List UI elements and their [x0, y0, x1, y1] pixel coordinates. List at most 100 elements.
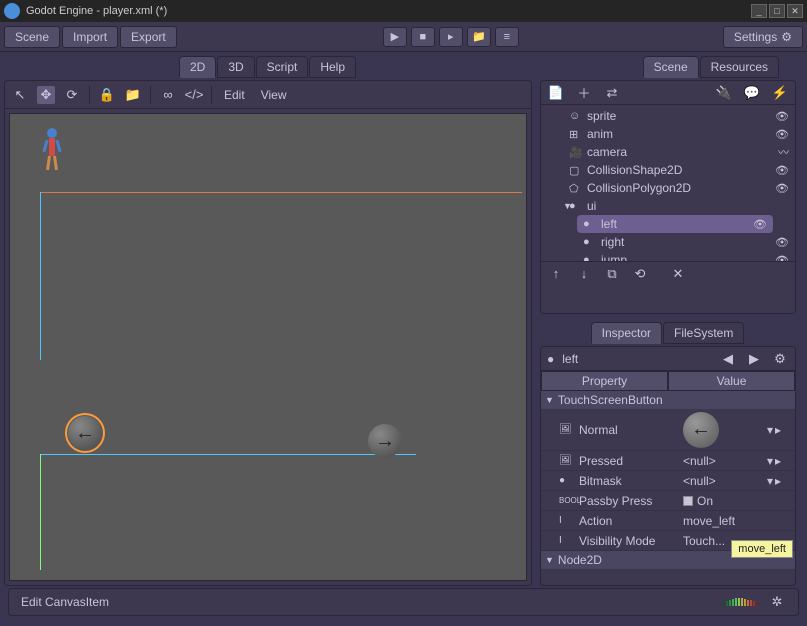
viewport-canvas[interactable]: ← → [9, 113, 527, 581]
tree-label: CollisionShape2D [587, 163, 775, 177]
maximize-button[interactable]: □ [769, 4, 785, 18]
tree-item-sprite[interactable]: ☺ sprite👁 [541, 107, 795, 125]
section-touchscreenbutton[interactable]: ▼TouchScreenButton [541, 391, 795, 409]
connect-icon[interactable]: 🔌 [715, 84, 733, 102]
import-menu[interactable]: Import [62, 26, 118, 48]
reparent-icon[interactable]: ⇄ [603, 84, 621, 102]
tree-item-right[interactable]: ● right👁 [541, 233, 795, 251]
select-tool[interactable]: ↖ [11, 86, 29, 104]
tree-item-camera[interactable]: 🎥camera〰 [541, 143, 795, 161]
chevron-right-icon[interactable]: ▸ [775, 423, 781, 437]
move-tool[interactable]: ✥ [37, 86, 55, 104]
folder-button[interactable]: 📁 [467, 27, 491, 47]
tab-inspector[interactable]: Inspector [591, 322, 662, 344]
script-icon[interactable]: ⚡ [771, 84, 789, 102]
delete-node-icon[interactable]: ✕ [669, 265, 687, 283]
tab-filesystem[interactable]: FileSystem [663, 322, 744, 344]
tab-help[interactable]: Help [309, 56, 356, 78]
settings-button[interactable]: Settings⚙ [723, 26, 803, 48]
play-button[interactable]: ▶ [383, 27, 407, 47]
rotate-tool[interactable]: ⟳ [63, 86, 81, 104]
visibility-icon[interactable]: 〰 [778, 144, 789, 160]
move-up-icon[interactable]: ↑ [547, 265, 565, 283]
tab-2d[interactable]: 2D [179, 56, 216, 78]
lock-icon[interactable]: 🔒 [98, 86, 116, 104]
move-down-icon[interactable]: ↓ [575, 265, 593, 283]
play-scene-button[interactable]: ▸ [439, 27, 463, 47]
tree-item-jump[interactable]: ●jump👁 [541, 251, 795, 261]
viewport-edit-menu[interactable]: Edit [220, 86, 249, 104]
gear-icon: ⚙ [781, 30, 792, 44]
tree-item-ui[interactable]: ▼●ui [541, 197, 795, 215]
axis-vertical-green [40, 454, 41, 570]
prop-bitmask-value[interactable]: <null> [683, 474, 767, 488]
guide-vertical-blue [40, 192, 41, 360]
minimize-button[interactable]: _ [751, 4, 767, 18]
new-node-icon[interactable]: 📄 [547, 84, 565, 102]
tab-3d[interactable]: 3D [217, 56, 254, 78]
add-node-icon[interactable]: ＋ [575, 84, 593, 102]
inspector-settings-icon[interactable]: ⚙ [771, 350, 789, 368]
visibility-icon[interactable]: 👁 [775, 182, 789, 195]
normal-texture-thumb[interactable]: ← [683, 412, 719, 448]
passby-checkbox[interactable] [683, 496, 693, 506]
prop-action-label: Action [579, 514, 683, 528]
col-value: Value [668, 371, 795, 391]
chevron-down-icon[interactable]: ▾ [767, 454, 773, 468]
code-icon[interactable]: </> [185, 86, 203, 104]
player-sprite[interactable] [38, 128, 66, 176]
tree-label: jump [601, 253, 775, 261]
link-icon[interactable]: ∞ [159, 86, 177, 104]
list-button[interactable]: ≡ [495, 27, 519, 47]
close-button[interactable]: ✕ [787, 4, 803, 18]
visibility-icon[interactable]: 👁 [775, 128, 789, 141]
vram-meter [723, 598, 758, 606]
chevron-right-icon[interactable]: ▸ [775, 474, 781, 488]
tree-label: right [601, 235, 775, 249]
scene-tree[interactable]: ☺sprite👁⊞anim👁🎥camera〰▢CollisionShape2D👁… [541, 105, 795, 261]
touch-button-right[interactable]: → [368, 424, 402, 458]
tree-label: sprite [587, 109, 775, 123]
stop-button[interactable]: ■ [411, 27, 435, 47]
scene-menu[interactable]: Scene [4, 26, 60, 48]
viewport-view-menu[interactable]: View [257, 86, 291, 104]
tree-item-CollisionShape2D[interactable]: ▢CollisionShape2D👁 [541, 161, 795, 179]
prop-normal-label: Normal [579, 423, 683, 437]
tab-script[interactable]: Script [256, 56, 309, 78]
image-icon: 🖼 [559, 424, 575, 435]
poly-icon: ⬠ [569, 182, 583, 195]
prop-pressed-value[interactable]: <null> [683, 454, 767, 468]
tree-label: anim [587, 127, 775, 141]
reimport-icon[interactable]: ⟲ [631, 265, 649, 283]
text-icon: I [559, 515, 575, 526]
history-fwd-icon[interactable]: ▶ [745, 350, 763, 368]
chevron-down-icon[interactable]: ▾ [767, 474, 773, 488]
visibility-icon[interactable]: 👁 [753, 218, 767, 231]
visibility-icon[interactable]: 👁 [775, 110, 789, 123]
duplicate-icon[interactable]: ⧉ [603, 265, 621, 283]
tree-item-anim[interactable]: ⊞anim👁 [541, 125, 795, 143]
history-back-icon[interactable]: ◀ [719, 350, 737, 368]
tree-label: CollisionPolygon2D [587, 181, 775, 195]
prop-action-value[interactable]: move_left [683, 514, 767, 528]
touch-button-left[interactable]: ← [68, 416, 102, 450]
chevron-right-icon[interactable]: ▸ [775, 454, 781, 468]
dot-icon: ● [583, 236, 597, 248]
camera-icon: 🎥 [569, 146, 583, 159]
visibility-icon[interactable]: 👁 [775, 164, 789, 177]
update-spinner-icon[interactable]: ✲ [768, 593, 786, 611]
smiley-icon: ☺ [569, 110, 583, 122]
signal-icon[interactable]: 💬 [743, 84, 761, 102]
prop-visibility-label: Visibility Mode [579, 534, 683, 548]
tree-item-left[interactable]: ●left👁 [577, 215, 773, 233]
export-menu[interactable]: Export [120, 26, 177, 48]
visibility-icon[interactable]: 👁 [775, 236, 789, 249]
expand-icon[interactable]: ▼ [563, 201, 572, 211]
group-icon[interactable]: 📁 [124, 86, 142, 104]
visibility-icon[interactable]: 👁 [775, 254, 789, 262]
tab-resources[interactable]: Resources [700, 56, 779, 78]
tab-scene[interactable]: Scene [643, 56, 699, 78]
chevron-down-icon[interactable]: ▾ [767, 423, 773, 437]
app-icon [4, 3, 20, 19]
tree-item-CollisionPolygon2D[interactable]: ⬠ CollisionPolygon2D👁 [541, 179, 795, 197]
